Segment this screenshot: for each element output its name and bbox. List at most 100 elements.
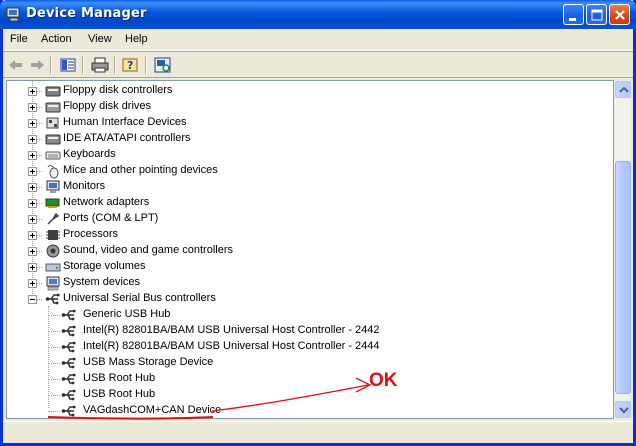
usb-icon [61, 389, 76, 401]
category-item-system-device[interactable]: System devices [7, 275, 607, 291]
usb-icon [61, 309, 76, 321]
category-label: Floppy disk drives [63, 100, 152, 112]
processor-icon [46, 230, 60, 240]
network-adapter-icon [45, 198, 60, 208]
status-bar [3, 421, 633, 443]
usb-device-item[interactable]: VAGdashCOM+CAN Device [7, 403, 607, 418]
expand-toggle[interactable] [28, 215, 37, 224]
tree-connector [48, 379, 60, 380]
category-item-usb[interactable]: Universal Serial Bus controllers [7, 291, 607, 307]
usb-device-item[interactable]: Intel(R) 82801BA/BAM USB Universal Host … [7, 339, 607, 355]
device-label: VAGdashCOM+CAN Device [83, 404, 222, 416]
print-icon[interactable] [90, 56, 110, 74]
scroll-up-button[interactable] [615, 81, 631, 98]
category-label: Floppy disk controllers [63, 84, 173, 96]
expand-toggle[interactable] [28, 199, 37, 208]
usb-device-item[interactable]: USB Root Hub [7, 387, 607, 403]
storage-volume-icon [45, 263, 61, 272]
mouse-icon [47, 165, 59, 179]
expand-toggle[interactable] [28, 87, 37, 96]
minimize-icon [569, 18, 576, 21]
expand-toggle[interactable] [28, 247, 37, 256]
monitor-icon [46, 180, 60, 193]
scroll-down-button[interactable] [615, 401, 631, 418]
collapse-toggle[interactable] [28, 295, 37, 304]
close-button[interactable] [609, 4, 630, 25]
expand-toggle[interactable] [28, 151, 37, 160]
category-label: Storage volumes [63, 260, 146, 272]
category-item-mouse[interactable]: Mice and other pointing devices [7, 163, 607, 179]
scroll-down-icon [619, 407, 629, 414]
menu-file[interactable]: File [10, 33, 28, 45]
expand-toggle[interactable] [28, 279, 37, 288]
minimize-button[interactable] [563, 4, 584, 25]
tree-connector [48, 411, 60, 412]
device-label: USB Root Hub [83, 372, 156, 384]
menu-view[interactable]: View [88, 33, 112, 45]
device-label: Intel(R) 82801BA/BAM USB Universal Host … [83, 340, 380, 352]
hid-icon [46, 117, 59, 129]
scroll-up-icon [619, 86, 629, 93]
device-manager-window: Device Manager File Action View Help ? F… [0, 0, 636, 446]
category-item-storage-volume[interactable]: Storage volumes [7, 259, 607, 275]
category-label: Universal Serial Bus controllers [63, 292, 216, 304]
annotation-ok-label: OK [369, 370, 398, 391]
category-item-keyboard[interactable]: Keyboards [7, 147, 607, 163]
toolbar-separator [50, 56, 52, 74]
category-item-processor[interactable]: Processors [7, 227, 607, 243]
toolbar: ? [3, 51, 633, 78]
expand-toggle[interactable] [28, 167, 37, 176]
usb-device-item[interactable]: USB Mass Storage Device [7, 355, 607, 371]
forward-icon[interactable] [27, 56, 47, 74]
device-label: USB Root Hub [83, 388, 156, 400]
category-item-sound[interactable]: Sound, video and game controllers [7, 243, 607, 259]
category-item-hid[interactable]: Human Interface Devices [7, 115, 607, 131]
category-item-port[interactable]: Ports (COM & LPT) [7, 211, 607, 227]
category-item-ide-controller[interactable]: IDE ATA/ATAPI controllers [7, 131, 607, 147]
device-tree[interactable]: Floppy disk controllers Floppy disk drive… [6, 80, 614, 419]
port-icon [47, 212, 60, 225]
properties-icon[interactable] [58, 56, 78, 74]
usb-icon [61, 325, 76, 337]
floppy-drive-icon [45, 102, 61, 113]
category-label: System devices [63, 276, 141, 288]
category-label: IDE ATA/ATAPI controllers [63, 132, 191, 144]
toolbar-separator [145, 56, 147, 74]
category-label: Mice and other pointing devices [63, 164, 218, 176]
category-item-monitor[interactable]: Monitors [7, 179, 607, 195]
ide-controller-icon [45, 134, 61, 145]
expand-toggle[interactable] [28, 263, 37, 272]
expand-toggle[interactable] [28, 103, 37, 112]
category-item-floppy-drive[interactable]: Floppy disk drives [7, 99, 607, 115]
device-manager-icon [6, 7, 20, 22]
category-label: Keyboards [63, 148, 116, 160]
tree-connector [48, 347, 60, 348]
close-icon [615, 10, 625, 20]
expand-toggle[interactable] [28, 231, 37, 240]
expand-toggle[interactable] [28, 135, 37, 144]
category-item-floppy-controller[interactable]: Floppy disk controllers [7, 83, 607, 99]
scroll-thumb[interactable] [615, 161, 631, 394]
usb-icon [61, 341, 76, 353]
floppy-controller-icon [45, 86, 61, 97]
back-icon[interactable] [6, 56, 26, 74]
vertical-scrollbar[interactable] [614, 80, 631, 419]
usb-device-item[interactable]: Generic USB Hub [7, 307, 607, 323]
device-label: Intel(R) 82801BA/BAM USB Universal Host … [83, 324, 380, 336]
title-bar[interactable]: Device Manager [0, 0, 636, 29]
usb-device-item[interactable]: Intel(R) 82801BA/BAM USB Universal Host … [7, 323, 607, 339]
category-label: Sound, video and game controllers [63, 244, 233, 256]
tree-connector [48, 363, 60, 364]
usb-icon [45, 293, 60, 305]
maximize-button[interactable] [586, 4, 607, 25]
scan-hardware-icon[interactable] [153, 56, 173, 74]
expand-toggle[interactable] [28, 183, 37, 192]
toolbar-separator [82, 56, 84, 74]
expand-toggle[interactable] [28, 119, 37, 128]
menu-action[interactable]: Action [41, 33, 72, 45]
category-item-network-adapter[interactable]: Network adapters [7, 195, 607, 211]
menu-help[interactable]: Help [125, 33, 148, 45]
help-icon[interactable]: ? [121, 56, 141, 74]
category-label: Monitors [63, 180, 106, 192]
usb-device-item[interactable]: USB Root Hub [7, 371, 607, 387]
